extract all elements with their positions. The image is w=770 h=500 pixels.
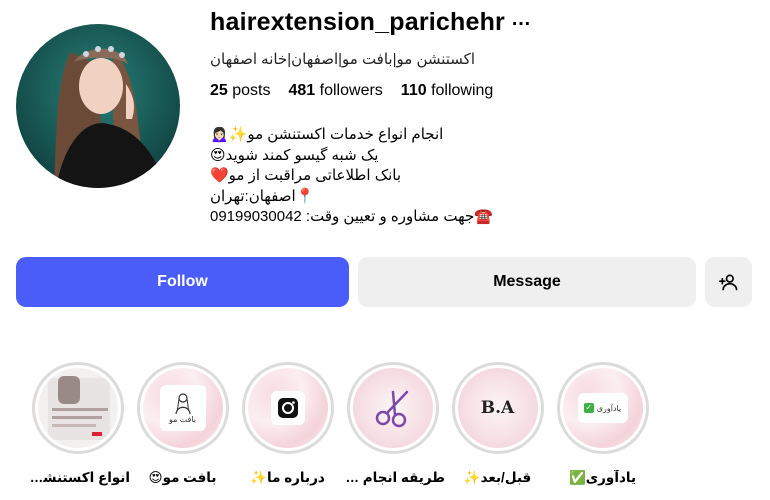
bio-line: یک شبه گیسو کمند شوید😍: [210, 146, 379, 164]
bio-line: 📍اصفهان:تهران: [210, 187, 315, 205]
highlight-label: انواع اکستنشن...: [25, 470, 130, 485]
highlight-item[interactable]: انواع اکستنشن...: [25, 362, 130, 486]
bio-line: انجام انواع خدمات اکستنشن مو✨🙍🏻‍♀️: [210, 126, 444, 143]
highlight-label: یادآوری✅: [568, 470, 637, 485]
scissors-icon: [375, 390, 408, 428]
highlight-thumb: [352, 368, 433, 448]
before-after-logo: B.A: [480, 398, 515, 418]
highlight-ring: [241, 362, 334, 454]
following-count: 110: [400, 82, 427, 99]
highlight-ring: ✓ یادآوری: [556, 362, 649, 454]
follow-button[interactable]: Follow: [16, 257, 349, 307]
following-stat[interactable]: 110 following: [401, 82, 494, 100]
highlight-thumb: [247, 368, 328, 448]
woman-silhouette-icon: [174, 392, 191, 414]
posts-label: posts: [232, 82, 271, 99]
followers-count: 481: [288, 82, 316, 99]
highlight-ring: [31, 362, 124, 454]
highlight-ring: [346, 362, 439, 454]
bio-line: بانک اطلاعاتی مراقبت از مو❤️: [210, 167, 402, 184]
highlight-item[interactable]: درباره ما✨: [240, 362, 335, 486]
highlight-ring: بافت مو: [136, 362, 229, 454]
highlight-item[interactable]: ✓ یادآوری یادآوری✅: [555, 362, 650, 486]
more-options-icon[interactable]: …: [511, 8, 532, 31]
highlight-label: درباره ما✨: [250, 470, 325, 485]
highlight-thumb-text: بافت مو: [169, 414, 196, 424]
highlight-ring: B.A: [451, 362, 544, 454]
highlight-label: قبل/بعد✨: [463, 470, 532, 485]
followers-stat[interactable]: 481 followers: [289, 82, 383, 100]
following-label: following: [431, 82, 494, 99]
message-button[interactable]: Message: [358, 257, 696, 307]
highlight-thumb-text: یادآوری: [596, 403, 622, 413]
highlight-item[interactable]: بافت مو بافت مو😍: [135, 362, 230, 486]
add-user-button[interactable]: [705, 257, 752, 307]
avatar-image: [16, 24, 180, 188]
highlight-item[interactable]: B.A قبل/بعد✨: [450, 362, 545, 486]
highlight-thumb: بافت مو: [142, 368, 223, 448]
bio-line: ☎️جهت مشاوره و تعیین وقت: 09199030042: [210, 208, 493, 225]
profile-stats: 25 posts 481 followers 110 following: [210, 82, 493, 100]
profile-avatar[interactable]: [16, 24, 180, 188]
posts-count: 25: [210, 82, 228, 99]
highlight-item[interactable]: طریقه انجام کا...: [340, 362, 445, 486]
highlight-thumb: ✓ یادآوری: [562, 368, 643, 448]
highlight-label: بافت مو😍: [148, 470, 217, 485]
profile-category: اکستنشن مو|بافت مو|اصفهان|خانه اصفهان: [210, 51, 475, 68]
story-highlights: انواع اکستنشن... بافت مو بافت مو😍 درباره…: [25, 362, 650, 486]
add-user-icon: [718, 274, 737, 291]
posts-stat: 25 posts: [210, 82, 271, 100]
highlight-thumb: [37, 368, 118, 448]
instagram-icon: [277, 398, 298, 418]
profile-username: hairextension_parichehr: [210, 8, 505, 36]
highlight-thumb: B.A: [457, 368, 538, 448]
highlight-label: طریقه انجام کا...: [340, 470, 445, 485]
followers-label: followers: [319, 82, 383, 99]
checkmark-icon: ✓: [583, 403, 594, 413]
profile-bio: انجام انواع خدمات اکستنشن مو✨🙍🏻‍♀️ یک شب…: [210, 125, 510, 228]
